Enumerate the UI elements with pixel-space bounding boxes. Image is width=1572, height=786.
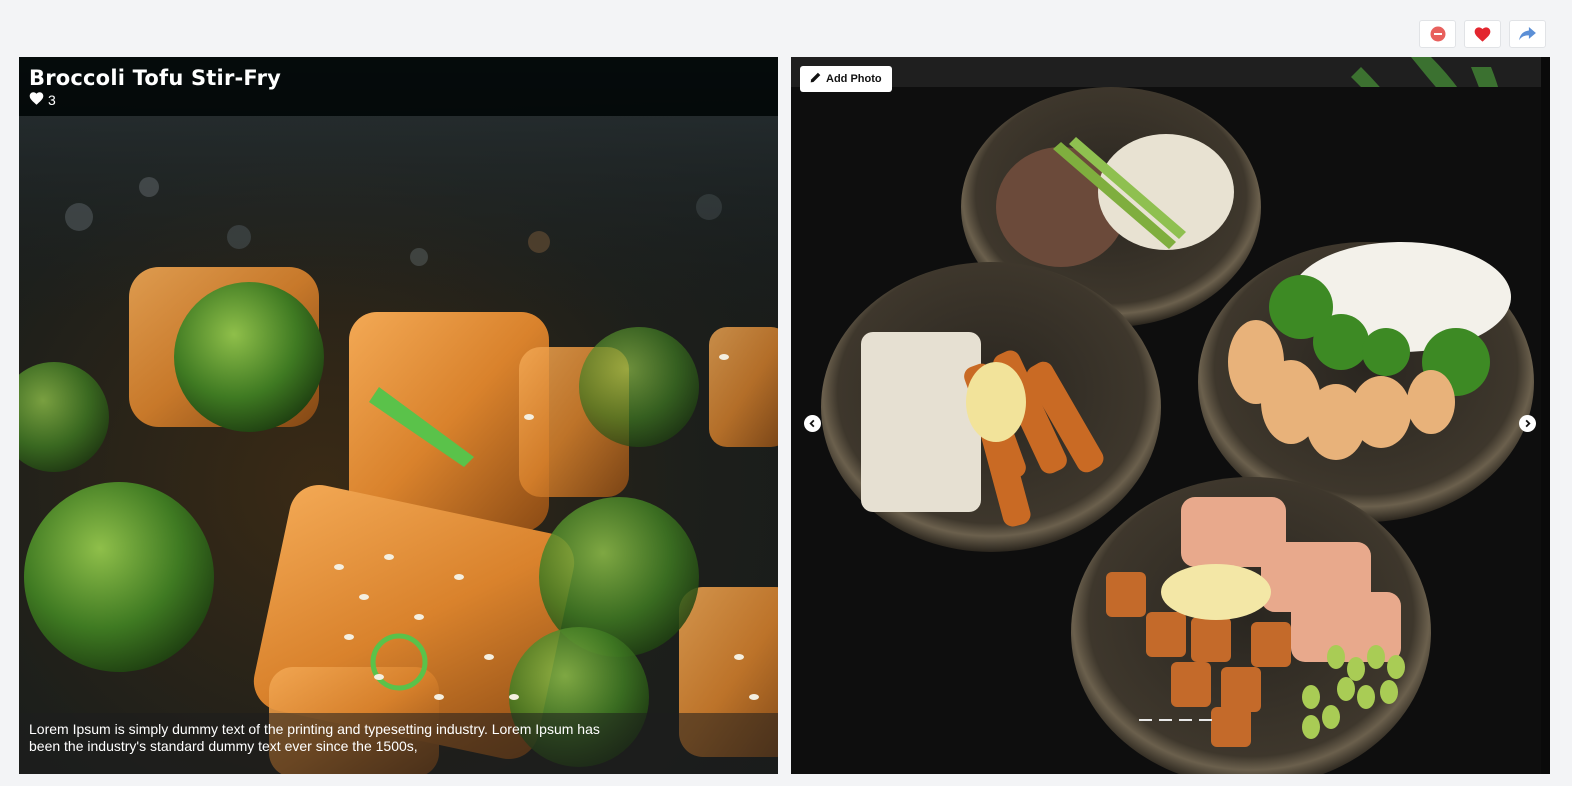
like-count: 3 [29,92,768,108]
gallery-photo [791,57,1550,774]
action-toolbar [1419,20,1546,48]
recipe-card: Broccoli Tofu Stir-Fry 3 Lorem Ipsum is … [19,57,778,774]
chevron-right-icon [1523,415,1532,433]
recipe-header: Broccoli Tofu Stir-Fry 3 [19,57,778,116]
recipe-description-bar: Lorem Ipsum is simply dummy text of the … [19,713,778,774]
remove-button[interactable] [1419,20,1456,48]
like-count-value: 3 [48,92,56,108]
slide-indicator[interactable] [1139,719,1152,721]
slide-indicator[interactable] [1179,719,1192,721]
add-photo-label: Add Photo [826,73,882,85]
minus-circle-icon [1430,26,1446,42]
recipe-photo [19,57,778,774]
previous-photo-button[interactable] [804,415,821,432]
heart-icon [1474,26,1491,42]
slide-indicator[interactable] [1159,719,1172,721]
favorite-button[interactable] [1464,20,1501,48]
gallery-edge [1541,57,1550,774]
chevron-left-icon [808,415,817,433]
share-arrow-icon [1519,27,1536,41]
recipe-title: Broccoli Tofu Stir-Fry [29,66,282,90]
slide-indicator[interactable] [1199,719,1212,721]
recipe-description: Lorem Ipsum is simply dummy text of the … [29,721,600,754]
slide-indicators [1139,719,1212,721]
add-photo-button[interactable]: Add Photo [800,66,892,92]
pencil-icon [810,72,821,86]
share-button[interactable] [1509,20,1546,48]
photo-gallery: Add Photo [791,57,1550,774]
heart-icon [29,92,44,108]
next-photo-button[interactable] [1519,415,1536,432]
